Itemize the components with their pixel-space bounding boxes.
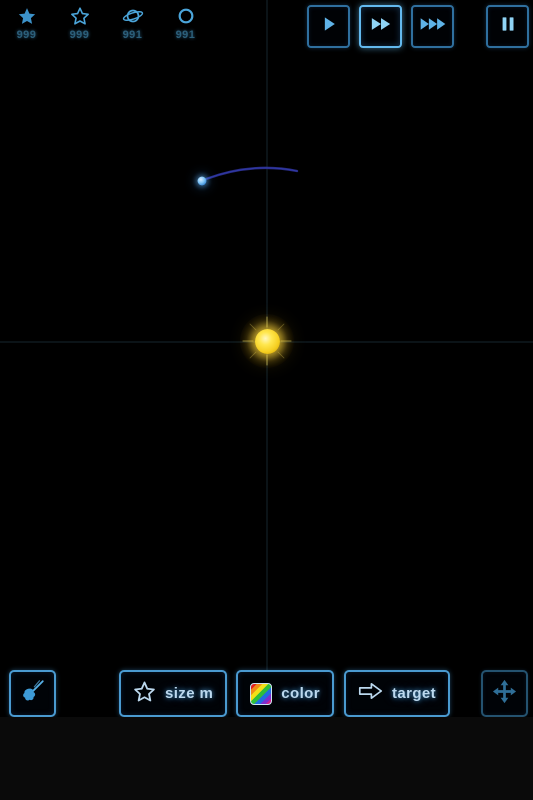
arrow-right-icon [358,681,383,706]
star-filled-icon [17,4,37,28]
body-planet[interactable] [197,176,207,186]
resource-item-ringed-planet[interactable]: 991 [106,4,159,41]
resource-counter-bar: 999 999 991 991 [0,4,212,41]
play-icon [319,14,339,39]
rainbow-swatch-icon [250,682,273,705]
move-arrows-icon [491,678,518,710]
size-button[interactable]: size m [119,670,228,717]
fast-forward-icon [369,14,393,39]
resource-count-ring: 991 [175,29,196,41]
resource-item-ring[interactable]: 991 [159,4,212,41]
game-screen: 999 999 991 991 size m color target [0,0,533,800]
pause-button[interactable] [486,5,529,48]
size-button-label: size m [165,685,214,702]
bottom-panel [0,717,533,800]
ringed-planet-icon [121,4,145,28]
bottom-toolbar: size m color target [0,670,533,717]
sun-core [254,328,280,354]
target-button[interactable]: target [343,670,451,717]
play-speed-3x-button[interactable] [411,5,454,48]
resource-item-star-outline[interactable]: 999 [53,4,106,41]
star-outline-icon [133,680,156,708]
play-speed-2x-button[interactable] [359,5,402,48]
resource-count-star-filled: 999 [16,29,37,41]
comet-icon [20,678,46,709]
simulation-canvas[interactable] [0,0,533,717]
resource-count-ringed-planet: 991 [122,29,143,41]
star-outline-icon [70,4,90,28]
move-button[interactable] [481,670,528,717]
speed-control-bar [298,5,529,48]
body-sun[interactable] [240,314,294,368]
ring-icon [176,4,196,28]
target-button-label: target [391,685,437,702]
very-fast-forward-icon [419,14,447,39]
color-button[interactable]: color [236,670,334,717]
comet-button[interactable] [9,670,56,717]
play-speed-1x-button[interactable] [307,5,350,48]
resource-count-star-outline: 999 [69,29,90,41]
pause-icon [498,14,518,39]
resource-item-star-filled[interactable]: 999 [0,4,53,41]
color-button-label: color [281,685,320,702]
